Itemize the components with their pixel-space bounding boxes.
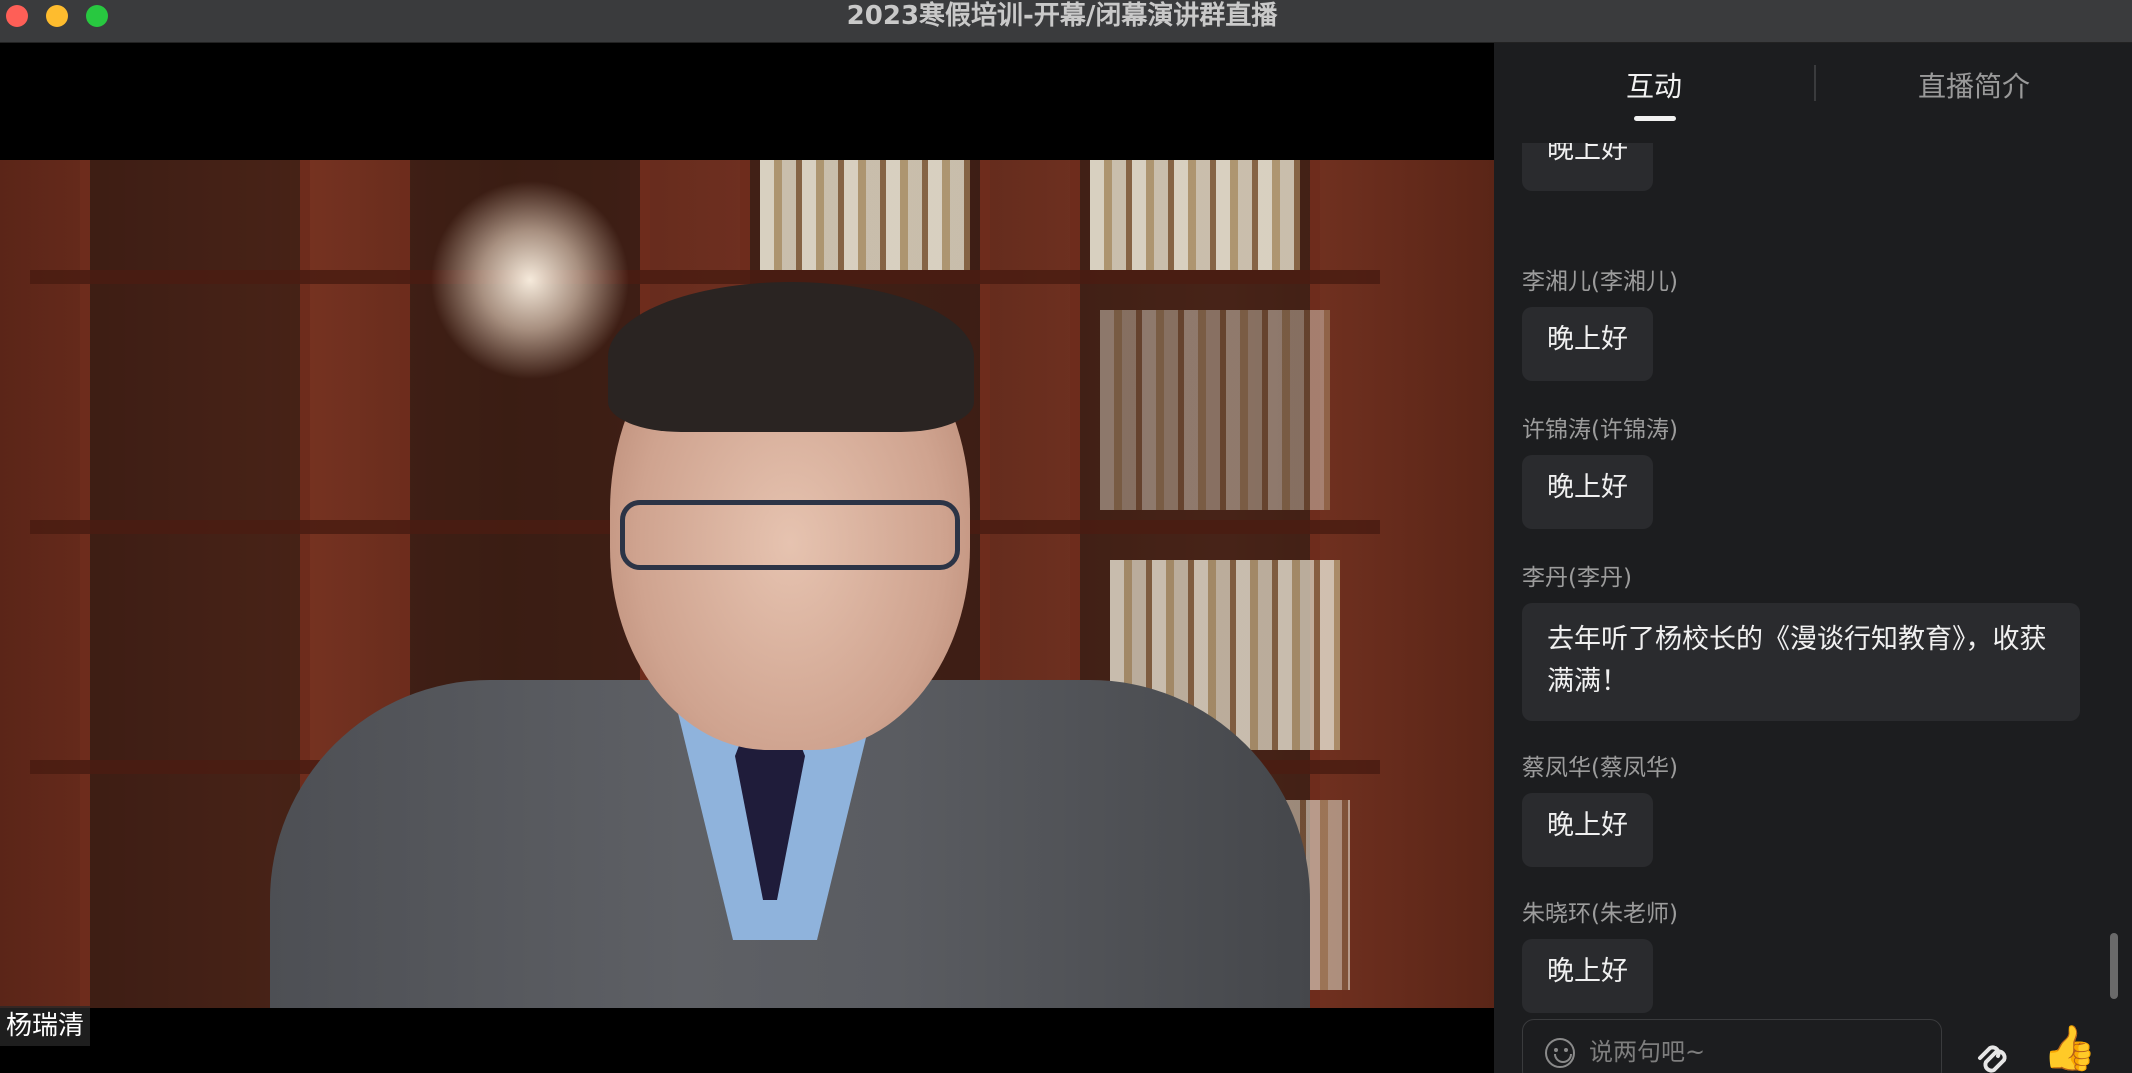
chat-sender: 李湘儿(李湘儿)	[1522, 269, 1678, 295]
video-area[interactable]: 杨瑞清	[0, 43, 1494, 1073]
chat-bubble: 去年听了杨校长的《漫谈行知教育》，收获满满！	[1522, 603, 2080, 721]
speaker-name-tag: 杨瑞清	[0, 1006, 91, 1046]
chat-bubble: 晚上好	[1522, 793, 1653, 867]
tab-live-intro[interactable]: 直播简介	[1918, 65, 2030, 109]
bookshelf-books	[1100, 310, 1330, 510]
bookshelf-books	[1090, 160, 1300, 270]
shelf	[30, 270, 1380, 284]
bookshelf-books	[760, 160, 970, 270]
smile-icon[interactable]	[1545, 1038, 1575, 1068]
chandelier	[430, 180, 630, 380]
thumbs-up-icon[interactable]: 👍	[2042, 1023, 2097, 1073]
speaker-video[interactable]	[0, 160, 1494, 1008]
chat-message-list[interactable]: 晚上好 李湘儿(李湘儿) 晚上好 许锦涛(许锦涛) 晚上好 李丹(李丹) 去年听…	[1494, 143, 2132, 1013]
chat-bubble: 晚上好	[1522, 143, 1653, 191]
tab-divider	[1814, 65, 1816, 101]
active-tab-indicator	[1634, 116, 1676, 121]
chat-sender: 李丹(李丹)	[1522, 565, 1632, 591]
window-title: 2023寒假培训-开幕/闭幕演讲群直播	[846, 1, 1278, 31]
interaction-panel: 互动 直播简介 晚上好 李湘儿(李湘儿) 晚上好 许锦涛(许锦涛) 晚上好 李丹…	[1494, 43, 2132, 1073]
chat-scrollbar[interactable]	[2110, 933, 2118, 999]
chat-input[interactable]	[1589, 1030, 1929, 1073]
chat-sender: 许锦涛(许锦涛)	[1522, 417, 1678, 443]
chat-bubble: 晚上好	[1522, 307, 1653, 381]
chat-sender: 朱晓环(朱老师)	[1522, 901, 1678, 927]
chat-bubble: 晚上好	[1522, 939, 1653, 1013]
chat-bubble: 晚上好	[1522, 455, 1653, 529]
chat-input-box[interactable]	[1522, 1019, 1942, 1073]
speaker-glasses	[620, 500, 960, 570]
speaker-hair	[608, 282, 974, 432]
share-icon[interactable]	[1972, 1036, 2016, 1073]
tab-interaction[interactable]: 互动	[1626, 65, 1682, 109]
title-bar: 2023寒假培训-开幕/闭幕演讲群直播	[0, 0, 2132, 43]
chat-sender: 蔡凤华(蔡凤华)	[1522, 755, 1678, 781]
